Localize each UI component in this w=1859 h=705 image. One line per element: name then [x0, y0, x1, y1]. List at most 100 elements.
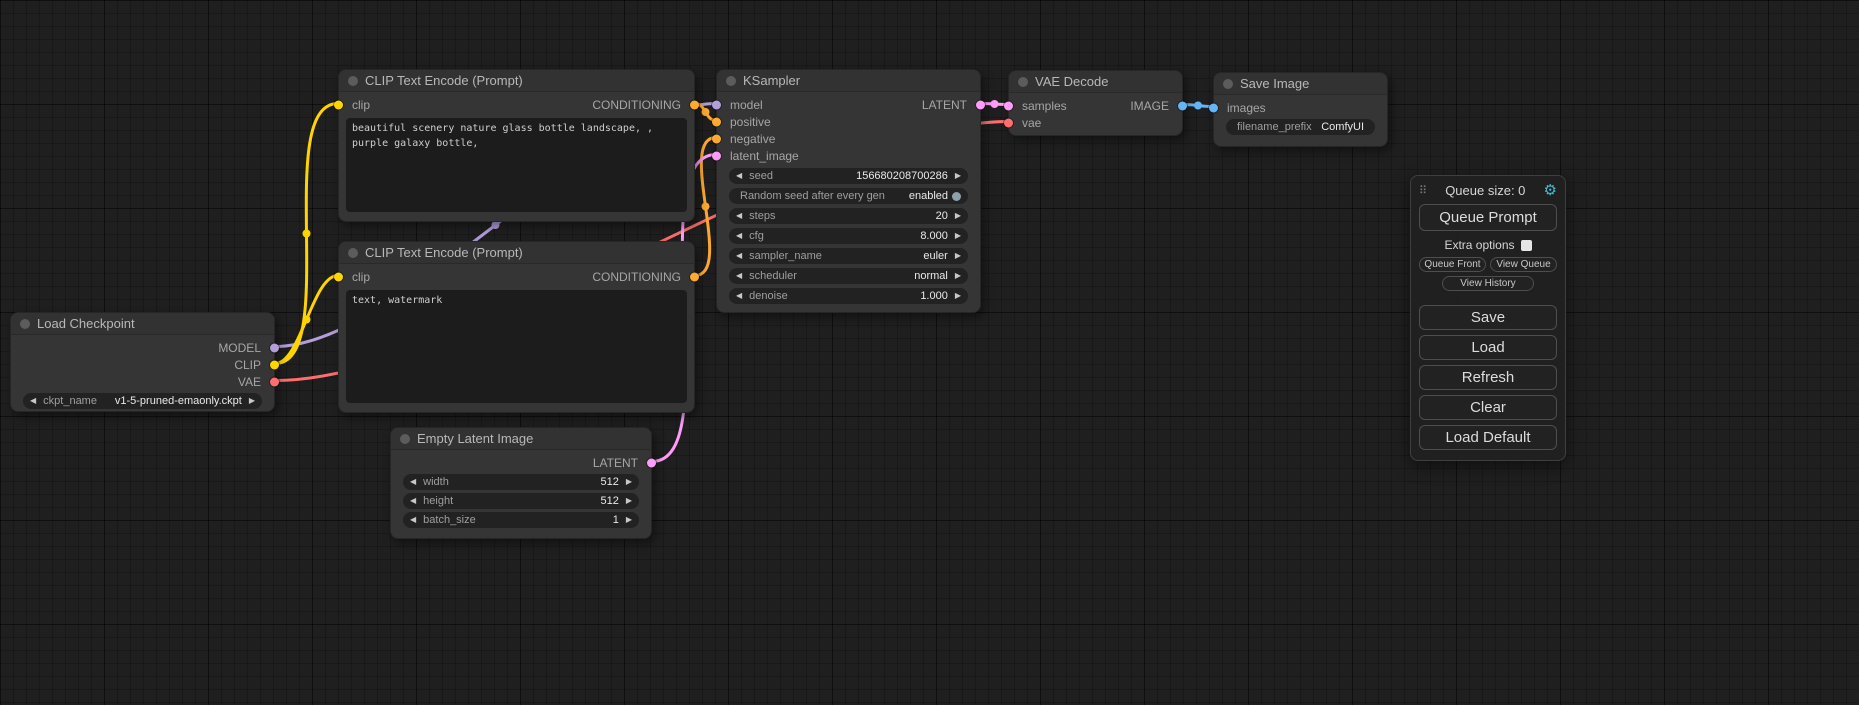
increment-arrow-icon[interactable]: ▶ [955, 212, 961, 220]
decrement-arrow-icon[interactable]: ◀ [410, 478, 416, 486]
node-titlebar[interactable]: Empty Latent Image [391, 428, 651, 450]
widget-width[interactable]: ◀ width 512 ▶ [403, 474, 639, 490]
output-port-conditioning[interactable] [690, 100, 699, 109]
output-port-model[interactable] [270, 343, 279, 352]
increment-arrow-icon[interactable]: ▶ [955, 292, 961, 300]
collapse-dot-icon[interactable] [20, 319, 30, 329]
load-button[interactable]: Load [1419, 335, 1557, 360]
collapse-dot-icon[interactable] [400, 434, 410, 444]
output-slot-conditioning[interactable]: CONDITIONING [592, 268, 694, 285]
increment-arrow-icon[interactable]: ▶ [249, 397, 255, 405]
decrement-arrow-icon[interactable]: ◀ [736, 232, 742, 240]
node-titlebar[interactable]: Save Image [1214, 73, 1387, 95]
input-port-positive[interactable] [712, 117, 721, 126]
output-slot-image[interactable]: IMAGE [1130, 97, 1182, 114]
load-default-button[interactable]: Load Default [1419, 425, 1557, 450]
increment-arrow-icon[interactable]: ▶ [626, 516, 632, 524]
widget-denoise[interactable]: ◀ denoise 1.000 ▶ [729, 288, 968, 304]
widget-cfg[interactable]: ◀ cfg 8.000 ▶ [729, 228, 968, 244]
input-port-clip[interactable] [334, 100, 343, 109]
output-port-conditioning[interactable] [690, 272, 699, 281]
collapse-dot-icon[interactable] [1223, 79, 1233, 89]
input-slot-latent-image[interactable]: latent_image [717, 147, 799, 164]
input-port-samples[interactable] [1004, 101, 1013, 110]
widget-batch-size[interactable]: ◀ batch_size 1 ▶ [403, 512, 639, 528]
decrement-arrow-icon[interactable]: ◀ [736, 212, 742, 220]
output-port-image[interactable] [1178, 101, 1187, 110]
refresh-button[interactable]: Refresh [1419, 365, 1557, 390]
node-titlebar[interactable]: VAE Decode [1009, 71, 1182, 93]
node-titlebar[interactable]: CLIP Text Encode (Prompt) [339, 242, 694, 264]
node-empty-latent-image[interactable]: Empty Latent Image LATENT ◀ width 512 ▶ … [390, 427, 652, 539]
decrement-arrow-icon[interactable]: ◀ [736, 252, 742, 260]
input-port-vae[interactable] [1004, 118, 1013, 127]
decrement-arrow-icon[interactable]: ◀ [736, 172, 742, 180]
input-slot-clip[interactable]: clip [339, 96, 370, 113]
increment-arrow-icon[interactable]: ▶ [955, 232, 961, 240]
decrement-arrow-icon[interactable]: ◀ [410, 516, 416, 524]
increment-arrow-icon[interactable]: ▶ [626, 478, 632, 486]
widget-scheduler[interactable]: ◀ scheduler normal ▶ [729, 268, 968, 284]
node-save-image[interactable]: Save Image images filename_prefix ComfyU… [1213, 72, 1388, 147]
input-port-clip[interactable] [334, 272, 343, 281]
collapse-dot-icon[interactable] [1018, 77, 1028, 87]
increment-arrow-icon[interactable]: ▶ [626, 497, 632, 505]
save-button[interactable]: Save [1419, 305, 1557, 330]
node-titlebar[interactable]: KSampler [717, 70, 980, 92]
output-port-vae[interactable] [270, 377, 279, 386]
output-slot-latent[interactable]: LATENT [922, 96, 980, 113]
input-slot-clip[interactable]: clip [339, 268, 370, 285]
view-queue-button[interactable]: View Queue [1490, 257, 1557, 272]
output-port-latent[interactable] [976, 100, 985, 109]
graph-canvas[interactable]: Load Checkpoint MODEL CLIP VAE [0, 0, 1859, 705]
increment-arrow-icon[interactable]: ▶ [955, 272, 961, 280]
output-slot-clip[interactable]: CLIP [234, 356, 274, 373]
widget-steps[interactable]: ◀ steps 20 ▶ [729, 208, 968, 224]
toggle-indicator-icon[interactable] [952, 192, 961, 201]
output-slot-vae[interactable]: VAE [238, 373, 274, 390]
node-ksampler[interactable]: KSampler model LATENT positive [716, 69, 981, 313]
decrement-arrow-icon[interactable]: ◀ [410, 497, 416, 505]
widget-seed[interactable]: ◀ seed 156680208700286 ▶ [729, 168, 968, 184]
output-port-latent[interactable] [647, 458, 656, 467]
view-history-button[interactable]: View History [1442, 276, 1534, 291]
node-clip-text-encode-negative[interactable]: CLIP Text Encode (Prompt) clip CONDITION… [338, 241, 695, 413]
input-slot-negative[interactable]: negative [717, 130, 775, 147]
queue-prompt-button[interactable]: Queue Prompt [1419, 204, 1557, 231]
collapse-dot-icon[interactable] [348, 76, 358, 86]
input-slot-model[interactable]: model [717, 96, 763, 113]
settings-gear-icon[interactable]: ⚙ [1544, 183, 1557, 198]
input-port-latent-image[interactable] [712, 151, 721, 160]
input-slot-samples[interactable]: samples [1009, 97, 1067, 114]
extra-options-checkbox[interactable] [1521, 240, 1532, 251]
node-titlebar[interactable]: CLIP Text Encode (Prompt) [339, 70, 694, 92]
widget-random-seed-toggle[interactable]: Random seed after every gen enabled [729, 188, 968, 204]
prompt-textarea[interactable]: beautiful scenery nature glass bottle la… [346, 118, 687, 212]
widget-ckpt-name[interactable]: ◀ ckpt_name v1-5-pruned-emaonly.ckpt ▶ [23, 393, 262, 409]
input-slot-images[interactable]: images [1214, 99, 1266, 116]
input-slot-positive[interactable]: positive [717, 113, 771, 130]
collapse-dot-icon[interactable] [726, 76, 736, 86]
collapse-dot-icon[interactable] [348, 248, 358, 258]
output-slot-conditioning[interactable]: CONDITIONING [592, 96, 694, 113]
input-port-model[interactable] [712, 100, 721, 109]
decrement-arrow-icon[interactable]: ◀ [736, 292, 742, 300]
input-port-images[interactable] [1209, 103, 1218, 112]
queue-front-button[interactable]: Queue Front [1419, 257, 1486, 272]
decrement-arrow-icon[interactable]: ◀ [30, 397, 36, 405]
input-port-negative[interactable] [712, 134, 721, 143]
widget-sampler-name[interactable]: ◀ sampler_name euler ▶ [729, 248, 968, 264]
increment-arrow-icon[interactable]: ▶ [955, 252, 961, 260]
node-titlebar[interactable]: Load Checkpoint [11, 313, 274, 335]
decrement-arrow-icon[interactable]: ◀ [736, 272, 742, 280]
prompt-textarea[interactable]: text, watermark [346, 290, 687, 403]
widget-filename-prefix[interactable]: filename_prefix ComfyUI [1226, 119, 1375, 135]
node-clip-text-encode-positive[interactable]: CLIP Text Encode (Prompt) clip CONDITION… [338, 69, 695, 222]
output-slot-model[interactable]: MODEL [218, 339, 274, 356]
input-slot-vae[interactable]: vae [1009, 114, 1041, 131]
widget-height[interactable]: ◀ height 512 ▶ [403, 493, 639, 509]
clear-button[interactable]: Clear [1419, 395, 1557, 420]
increment-arrow-icon[interactable]: ▶ [955, 172, 961, 180]
output-port-clip[interactable] [270, 360, 279, 369]
node-load-checkpoint[interactable]: Load Checkpoint MODEL CLIP VAE [10, 312, 275, 412]
